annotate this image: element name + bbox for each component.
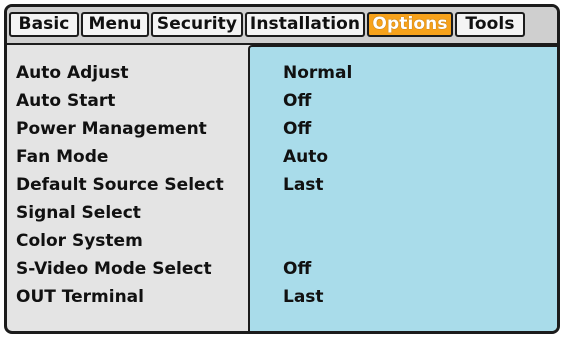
setting-label-power-management[interactable]: Power Management	[16, 115, 207, 143]
setting-value-auto-start[interactable]: Off	[283, 87, 311, 115]
setting-label-auto-adjust[interactable]: Auto Adjust	[16, 59, 128, 87]
setting-label-s-video-mode-select[interactable]: S-Video Mode Select	[16, 255, 212, 283]
setting-value-power-management[interactable]: Off	[283, 115, 311, 143]
settings-label-column: Auto Adjust Auto Start Power Management …	[7, 45, 248, 331]
tab-security[interactable]: Security	[151, 12, 243, 37]
setting-label-signal-select[interactable]: Signal Select	[16, 199, 141, 227]
setting-label-default-source-select[interactable]: Default Source Select	[16, 171, 224, 199]
tab-tools[interactable]: Tools	[455, 12, 525, 37]
settings-value-panel: Normal Off Off Auto Last Off Last	[248, 45, 557, 331]
menu-tab-bar: Basic Menu Security Installation Options…	[7, 7, 557, 45]
setting-value-default-source-select[interactable]: Last	[283, 171, 324, 199]
projector-osd-menu: Basic Menu Security Installation Options…	[4, 4, 560, 334]
setting-value-fan-mode[interactable]: Auto	[283, 143, 328, 171]
setting-value-s-video-mode-select[interactable]: Off	[283, 255, 311, 283]
tab-installation[interactable]: Installation	[245, 12, 365, 37]
tab-basic[interactable]: Basic	[9, 12, 79, 37]
setting-label-fan-mode[interactable]: Fan Mode	[16, 143, 108, 171]
setting-label-auto-start[interactable]: Auto Start	[16, 87, 115, 115]
tab-menu[interactable]: Menu	[81, 12, 149, 37]
setting-label-out-terminal[interactable]: OUT Terminal	[16, 283, 144, 311]
setting-value-out-terminal[interactable]: Last	[283, 283, 324, 311]
tab-options[interactable]: Options	[367, 12, 453, 37]
setting-value-auto-adjust[interactable]: Normal	[283, 59, 352, 87]
setting-label-color-system[interactable]: Color System	[16, 227, 143, 255]
